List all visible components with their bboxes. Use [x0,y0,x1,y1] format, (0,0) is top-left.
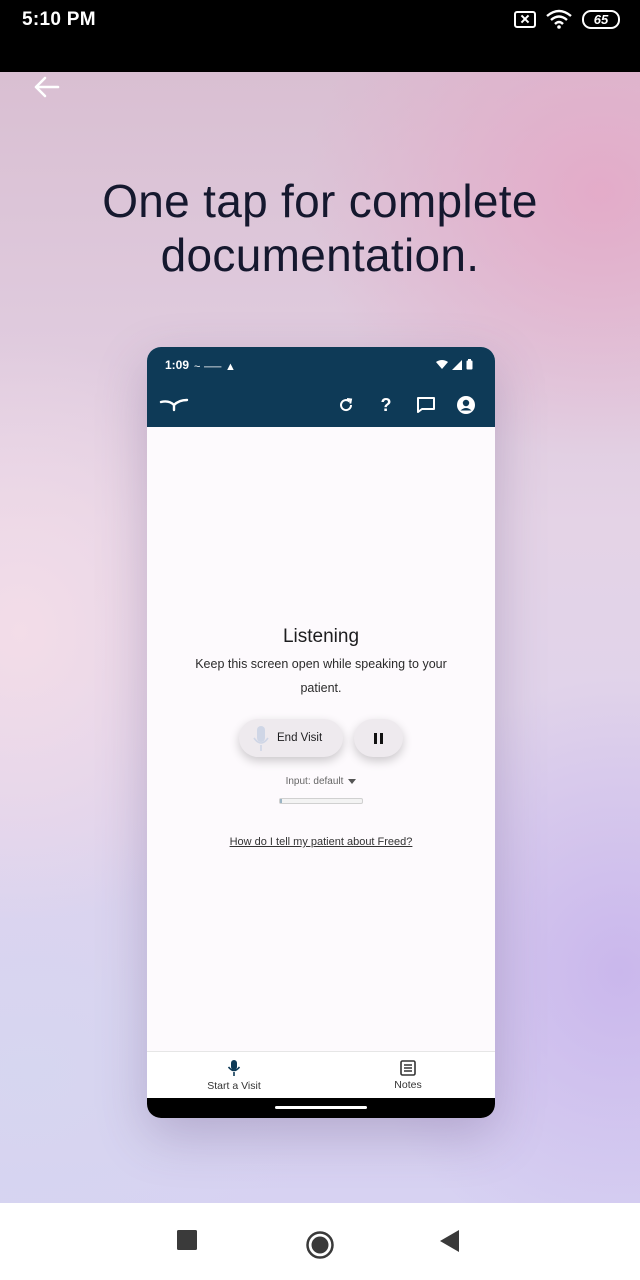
back-arrow-icon [34,76,60,98]
triangle-back-icon [440,1230,459,1252]
battery-icon: 65 [582,9,620,29]
audio-level-fill [280,799,283,803]
home-circle-icon [306,1231,334,1259]
sim-off-icon [514,10,536,28]
wifi-icon [546,9,572,29]
refresh-button[interactable] [335,394,357,416]
freed-logo [159,394,189,419]
pause-icon [374,732,383,744]
phone-status-left-icons: ~ ⸺ ▲ [194,358,236,374]
headline-line-2: documentation. [160,229,480,281]
input-select-label: Input: default [285,776,344,787]
app-actions: ? [335,394,477,416]
status-icons: 65 [514,9,620,29]
account-button[interactable] [455,394,477,416]
system-nav-bar [0,1203,640,1280]
listening-title: Listening [282,626,360,647]
phone-gesture-bar [147,1098,495,1118]
phone-status-bar: 1:09 ~ ⸺ ▲ [147,347,495,385]
square-icon [177,1230,197,1250]
home-indicator[interactable] [275,1106,367,1109]
back-nav-button[interactable] [440,1230,460,1252]
phone-mockup: 1:09 ~ ⸺ ▲ ? Listening Keep this screen … [147,347,495,1118]
refresh-icon [340,398,353,412]
app-bar: ? [147,385,495,427]
microphone-icon [253,726,269,751]
end-visit-label: End Visit [277,732,323,744]
audio-level-meter [279,798,363,804]
account-icon [457,396,475,414]
phone-status-right-icons [436,359,473,370]
feedback-button[interactable] [415,394,437,416]
listening-description: Keep this screen open while speaking to … [195,657,447,695]
nav-start-visit[interactable]: Start a Visit [147,1052,321,1098]
phone-battery-icon [466,359,473,370]
microphone-icon [227,1059,241,1076]
home-button[interactable] [305,1230,335,1260]
headline: One tap for complete documentation. [0,174,640,282]
pause-button[interactable] [354,719,403,757]
status-bar: 5:10 PM 65 [0,0,640,72]
phone-status-time: 1:09 [165,358,190,372]
phone-status-glyphs: ~ ⸺ ▲ [194,361,236,373]
help-link[interactable]: How do I tell my patient about Freed? [147,836,495,848]
headline-line-1: One tap for complete [102,175,538,227]
nav-notes-label: Notes [394,1078,422,1091]
status-time: 5:10 PM [22,9,96,30]
help-icon[interactable]: ? [375,394,397,416]
chat-icon [417,397,435,413]
input-select[interactable]: Input: default [147,776,495,787]
nav-notes[interactable]: Notes [321,1052,495,1098]
notes-icon [400,1059,416,1076]
caret-down-icon [348,778,357,784]
onboarding-screen: One tap for complete documentation. 1:09… [0,72,640,1203]
end-visit-button[interactable]: End Visit [239,719,343,757]
nav-start-visit-label: Start a Visit [207,1079,261,1092]
recents-button[interactable] [177,1230,197,1250]
back-button[interactable] [30,72,62,102]
phone-signal-icon [452,359,462,370]
bottom-nav: Start a Visit Notes [147,1051,495,1098]
listening-screen: Listening Keep this screen open while sp… [147,427,495,1051]
phone-wifi-icon [436,359,448,369]
